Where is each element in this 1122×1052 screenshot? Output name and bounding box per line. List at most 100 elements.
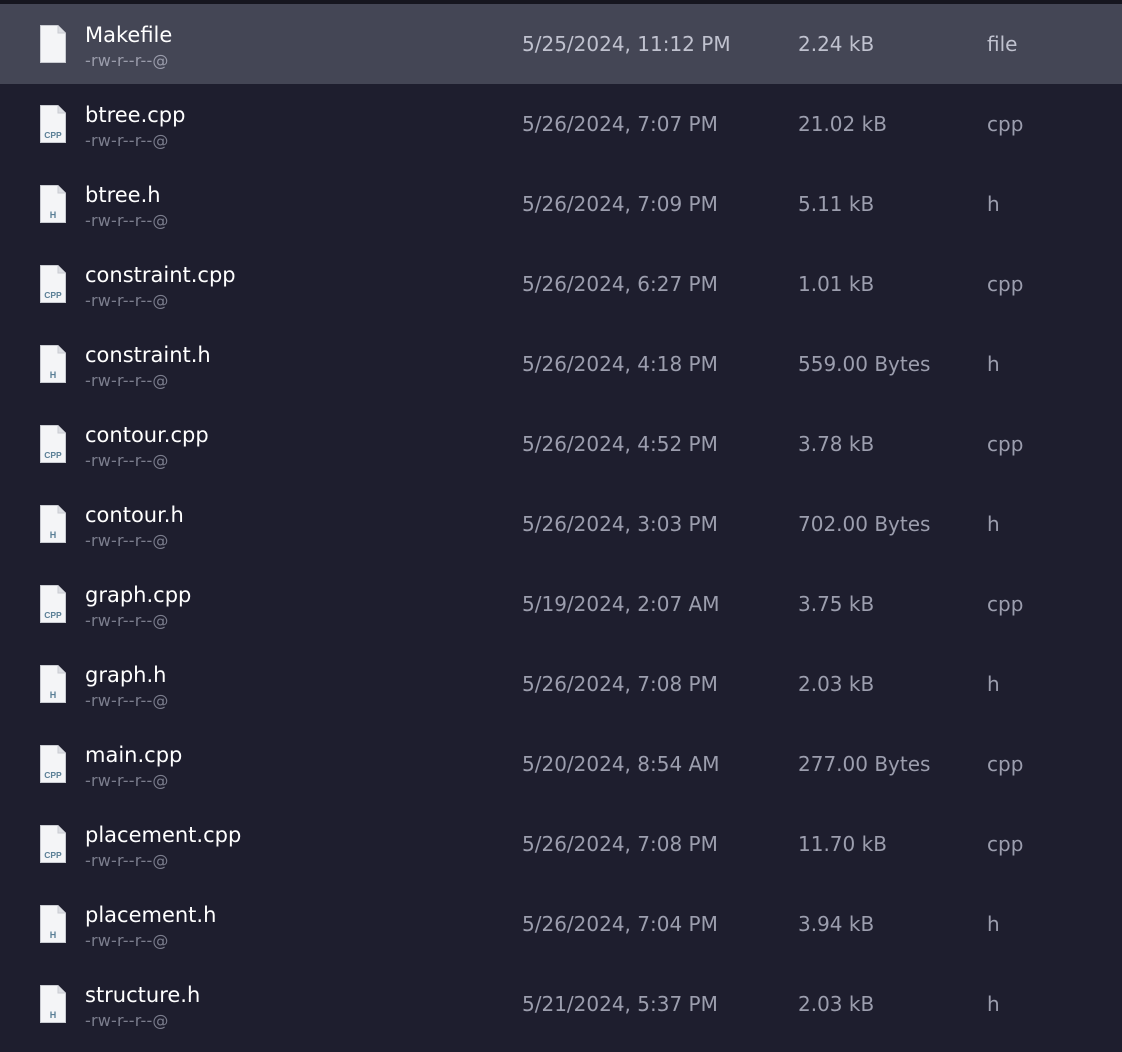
file-name: constraint.h [85,343,211,367]
file-permissions: -rw-r--r--@ [85,771,169,790]
file-row-structure-h[interactable]: H structure.h -rw-r--r--@ 5/21/2024, 5:3… [0,964,1122,1044]
file-row-makefile[interactable]: Makefile -rw-r--r--@ 5/25/2024, 11:12 PM… [0,4,1122,84]
file-name: structure.h [85,983,201,1007]
file-modified-date: 5/26/2024, 4:18 PM [522,352,718,376]
cpp-file-icon: CPP [39,824,67,864]
file-name: contour.h [85,503,184,527]
file-permissions: -rw-r--r--@ [85,851,169,870]
cpp-file-icon: CPP [39,104,67,144]
file-kind: cpp [987,272,1024,296]
file-row-btree-cpp[interactable]: CPP btree.cpp -rw-r--r--@ 5/26/2024, 7:0… [0,84,1122,164]
file-name: btree.h [85,183,161,207]
svg-text:CPP: CPP [44,850,62,860]
file-kind: cpp [987,432,1024,456]
header-file-icon: H [39,984,67,1024]
file-row-graph-cpp[interactable]: CPP graph.cpp -rw-r--r--@ 5/19/2024, 2:0… [0,564,1122,644]
file-kind: h [987,192,1000,216]
file-modified-date: 5/26/2024, 7:08 PM [522,672,718,696]
file-name: btree.cpp [85,103,186,127]
file-permissions: -rw-r--r--@ [85,211,169,230]
cpp-file-icon: CPP [39,264,67,304]
file-size: 5.11 kB [798,192,875,216]
generic-file-icon [39,24,67,64]
file-name: constraint.cpp [85,263,236,287]
header-file-icon: H [39,504,67,544]
svg-text:H: H [50,690,57,700]
file-name: contour.cpp [85,423,209,447]
file-modified-date: 5/26/2024, 7:09 PM [522,192,718,216]
file-row-main-cpp[interactable]: CPP main.cpp -rw-r--r--@ 5/20/2024, 8:54… [0,724,1122,804]
file-name: placement.cpp [85,823,242,847]
file-size: 3.78 kB [798,432,875,456]
svg-text:H: H [50,530,57,540]
file-name: main.cpp [85,743,183,767]
file-permissions: -rw-r--r--@ [85,1011,169,1030]
file-permissions: -rw-r--r--@ [85,131,169,150]
file-modified-date: 5/26/2024, 7:07 PM [522,112,718,136]
cpp-file-icon: CPP [39,424,67,464]
file-permissions: -rw-r--r--@ [85,291,169,310]
file-size: 2.03 kB [798,992,875,1016]
file-permissions: -rw-r--r--@ [85,931,169,950]
cpp-file-icon: CPP [39,744,67,784]
file-size: 277.00 Bytes [798,752,931,776]
file-kind: h [987,512,1000,536]
file-row-graph-h[interactable]: H graph.h -rw-r--r--@ 5/26/2024, 7:08 PM… [0,644,1122,724]
file-modified-date: 5/26/2024, 6:27 PM [522,272,718,296]
file-permissions: -rw-r--r--@ [85,371,169,390]
svg-text:H: H [50,930,57,940]
file-row-constraint-h[interactable]: H constraint.h -rw-r--r--@ 5/26/2024, 4:… [0,324,1122,404]
file-list: Makefile -rw-r--r--@ 5/25/2024, 11:12 PM… [0,4,1122,1044]
file-row-placement-cpp[interactable]: CPP placement.cpp -rw-r--r--@ 5/26/2024,… [0,804,1122,884]
file-modified-date: 5/21/2024, 5:37 PM [522,992,718,1016]
file-size: 1.01 kB [798,272,875,296]
svg-text:CPP: CPP [44,290,62,300]
svg-text:H: H [50,370,57,380]
file-modified-date: 5/25/2024, 11:12 PM [522,32,731,56]
header-file-icon: H [39,184,67,224]
file-permissions: -rw-r--r--@ [85,531,169,550]
file-kind: h [987,912,1000,936]
file-name: graph.cpp [85,583,192,607]
file-kind: cpp [987,112,1024,136]
file-kind: h [987,992,1000,1016]
svg-text:H: H [50,210,57,220]
file-modified-date: 5/20/2024, 8:54 AM [522,752,720,776]
file-row-constraint-cpp[interactable]: CPP constraint.cpp -rw-r--r--@ 5/26/2024… [0,244,1122,324]
file-modified-date: 5/26/2024, 3:03 PM [522,512,718,536]
file-kind: file [987,32,1018,56]
file-kind: cpp [987,592,1024,616]
svg-text:CPP: CPP [44,130,62,140]
file-size: 559.00 Bytes [798,352,931,376]
file-permissions: -rw-r--r--@ [85,51,169,70]
file-modified-date: 5/26/2024, 4:52 PM [522,432,718,456]
svg-text:CPP: CPP [44,450,62,460]
header-file-icon: H [39,904,67,944]
file-size: 3.94 kB [798,912,875,936]
file-row-contour-cpp[interactable]: CPP contour.cpp -rw-r--r--@ 5/26/2024, 4… [0,404,1122,484]
file-name: placement.h [85,903,217,927]
file-row-btree-h[interactable]: H btree.h -rw-r--r--@ 5/26/2024, 7:09 PM… [0,164,1122,244]
header-file-icon: H [39,344,67,384]
file-permissions: -rw-r--r--@ [85,691,169,710]
file-kind: cpp [987,752,1024,776]
file-size: 702.00 Bytes [798,512,931,536]
file-modified-date: 5/26/2024, 7:08 PM [522,832,718,856]
cpp-file-icon: CPP [39,584,67,624]
file-size: 2.24 kB [798,32,875,56]
file-kind: h [987,352,1000,376]
file-name: graph.h [85,663,167,687]
file-size: 11.70 kB [798,832,887,856]
file-modified-date: 5/26/2024, 7:04 PM [522,912,718,936]
file-name: Makefile [85,23,173,47]
file-kind: h [987,672,1000,696]
file-row-contour-h[interactable]: H contour.h -rw-r--r--@ 5/26/2024, 3:03 … [0,484,1122,564]
file-row-placement-h[interactable]: H placement.h -rw-r--r--@ 5/26/2024, 7:0… [0,884,1122,964]
file-size: 21.02 kB [798,112,887,136]
svg-text:H: H [50,1010,57,1020]
file-modified-date: 5/19/2024, 2:07 AM [522,592,720,616]
svg-text:CPP: CPP [44,770,62,780]
svg-text:CPP: CPP [44,610,62,620]
file-size: 3.75 kB [798,592,875,616]
file-permissions: -rw-r--r--@ [85,451,169,470]
